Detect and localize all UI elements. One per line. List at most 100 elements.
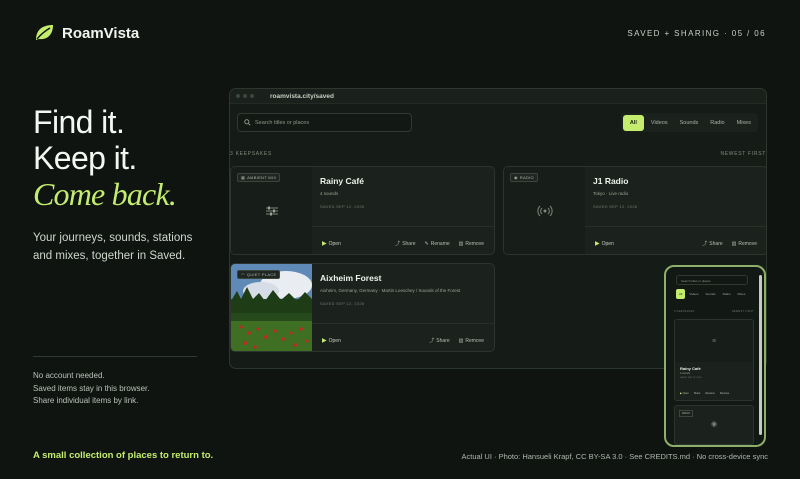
phone-card-thumb: ≡: [675, 320, 753, 362]
phone-card-title: Rainy Café: [680, 366, 701, 371]
brand-name: RoamVista: [62, 24, 140, 42]
pencil-icon: ✎: [424, 240, 429, 247]
mixer-icon: ≡: [711, 337, 717, 345]
phone-search-input[interactable]: Search titles or places: [676, 275, 748, 285]
saved-card-aixheim-forest: ◠ QUIET PLACE Aixheim Forest Aixheim, Ger…: [230, 263, 495, 352]
play-icon: ▶: [595, 241, 600, 247]
phone-card-actions: ▶ Open Share Rename Remove: [680, 392, 729, 395]
brand[interactable]: RoamVista: [34, 24, 139, 42]
hero-line-3: Come back.: [33, 176, 177, 212]
broadcast-icon: ◉: [711, 421, 718, 428]
open-button[interactable]: ▶ Open: [322, 337, 341, 345]
trash-icon: ▥: [458, 337, 464, 344]
notes-list: No account needed. Saved items stay in t…: [33, 370, 150, 408]
broadcast-icon: [536, 205, 553, 216]
remove-button[interactable]: ▥ Remove: [732, 240, 757, 247]
note-item: Saved items stay in this browser.: [33, 383, 150, 393]
tagline: A small collection of places to return t…: [33, 450, 214, 461]
phone-card-badge: RADIO: [679, 410, 693, 417]
window-dot: [236, 94, 240, 98]
filter-mixes[interactable]: Mixes: [732, 116, 756, 130]
card-meta: 4 sounds: [320, 191, 339, 196]
hero-heading: Find it. Keep it. Come back.: [33, 104, 177, 212]
hero-line-1: Find it.: [33, 104, 125, 140]
saved-card-j1-radio: ◉ RADIO J1 Radio Tokyo · Live radio SAVED…: [503, 166, 766, 255]
card-thumbnail: ◉ RADIO: [504, 167, 585, 254]
divider: [33, 356, 197, 357]
trash-icon: ▥: [731, 240, 737, 247]
filter-sounds[interactable]: Sounds: [675, 116, 704, 130]
phone-sort[interactable]: NEWEST FIRST: [732, 310, 754, 313]
card-actions: ⤴ Share ▥ Remove: [702, 240, 757, 248]
phone-rename-button[interactable]: Rename: [705, 392, 714, 395]
keepsake-count: 3 KEEPSAKES: [230, 151, 272, 157]
phone-card-meta: 4 sounds: [680, 372, 691, 375]
radio-icon: ◉: [514, 175, 518, 180]
phone-remove-button[interactable]: Remove: [720, 392, 729, 395]
browser-titlebar: roamvista.city/saved: [230, 89, 766, 104]
rename-button[interactable]: ✎ Rename: [425, 240, 450, 247]
card-badge: ▦ AMBIENT MIX: [237, 173, 281, 182]
share-button[interactable]: ⤴ Share: [702, 240, 722, 248]
card-actions: ⤴ Share ▥ Remove: [429, 337, 484, 345]
remove-button[interactable]: ▥ Remove: [459, 240, 484, 247]
card-title: Rainy Café: [320, 176, 364, 186]
card-title: J1 Radio: [593, 176, 629, 186]
card-divider: [312, 323, 494, 324]
filter-radio[interactable]: Radio: [705, 116, 729, 130]
phone-filter-tabs: All Videos Sounds Radio Mixes: [676, 289, 748, 299]
filter-videos[interactable]: Videos: [646, 116, 673, 130]
phone-filter-mixes[interactable]: Mixes: [735, 289, 749, 299]
phone-filter-videos[interactable]: Videos: [686, 289, 701, 299]
play-icon: ▶: [322, 338, 327, 344]
address-bar[interactable]: roamvista.city/saved: [270, 93, 334, 100]
phone-count: 3 KEEPSAKES: [674, 310, 695, 313]
mix-icon: ▦: [241, 175, 246, 180]
share-icon: ⤴: [395, 241, 401, 247]
phone-scrollbar[interactable]: [759, 275, 762, 435]
search-placeholder: Search titles or places: [255, 119, 310, 126]
phone-filter-radio[interactable]: Radio: [720, 289, 734, 299]
card-meta: Aixheim, Germany, Germany · Martin Loesc…: [320, 288, 461, 293]
card-date: SAVED SEP 12, 2026: [320, 301, 365, 306]
play-icon: ▶: [322, 241, 327, 247]
play-icon: ▶: [680, 392, 682, 395]
share-icon: ⤴: [429, 338, 435, 344]
card-date: SAVED SEP 12, 2026: [320, 204, 365, 209]
card-divider: [585, 226, 766, 227]
share-button[interactable]: ⤴ Share: [429, 337, 449, 345]
search-input[interactable]: Search titles or places: [237, 113, 412, 132]
phone-open-button[interactable]: ▶ Open: [680, 392, 689, 395]
card-actions: ⤴ Share ✎ Rename ▥ Remove: [395, 240, 484, 248]
remove-button[interactable]: ▥ Remove: [459, 337, 484, 344]
phone-card-rainy-cafe: ≡ Rainy Café 4 sounds SAVED SEP 12, 2026…: [674, 319, 754, 401]
phone-card-radio: RADIO ◉: [674, 405, 754, 445]
phone-preview: Search titles or places All Videos Sound…: [664, 265, 766, 447]
hero-subtitle: Your journeys, sounds, stations and mixe…: [33, 232, 193, 262]
card-title: Aixheim Forest: [320, 273, 382, 283]
filter-all[interactable]: All: [622, 114, 644, 131]
card-date: SAVED SEP 12, 2026: [593, 204, 638, 209]
card-meta: Tokyo · Live radio: [593, 191, 629, 196]
trash-icon: ▥: [458, 240, 464, 247]
hero-line-2: Keep it.: [33, 140, 137, 176]
leaf-logo-icon: [36, 25, 53, 40]
open-button[interactable]: ▶ Open: [595, 240, 614, 248]
card-badge: ◉ RADIO: [510, 173, 538, 182]
share-button[interactable]: ⤴ Share: [395, 240, 415, 248]
card-divider: [312, 226, 494, 227]
phone-filter-all[interactable]: All: [676, 289, 686, 299]
step-indicator: SAVED + SHARING · 05 / 06: [627, 29, 766, 38]
search-icon: [244, 119, 251, 126]
mixer-icon: [265, 206, 278, 215]
card-thumbnail: ▦ AMBIENT MIX: [231, 167, 312, 254]
phone-filter-sounds[interactable]: Sounds: [702, 289, 718, 299]
open-button[interactable]: ▶ Open: [322, 240, 341, 248]
share-icon: ⤴: [702, 241, 708, 247]
headphones-icon: ◠: [241, 272, 245, 277]
phone-share-button[interactable]: Share: [694, 392, 701, 395]
credit-line: Actual UI · Photo: Hansueli Krapf, CC BY…: [461, 452, 768, 461]
phone-card-date: SAVED SEP 12, 2026: [680, 377, 702, 379]
sort-select[interactable]: NEWEST FIRST: [720, 151, 766, 157]
forest-photo: ◠ QUIET PLACE: [231, 264, 312, 351]
